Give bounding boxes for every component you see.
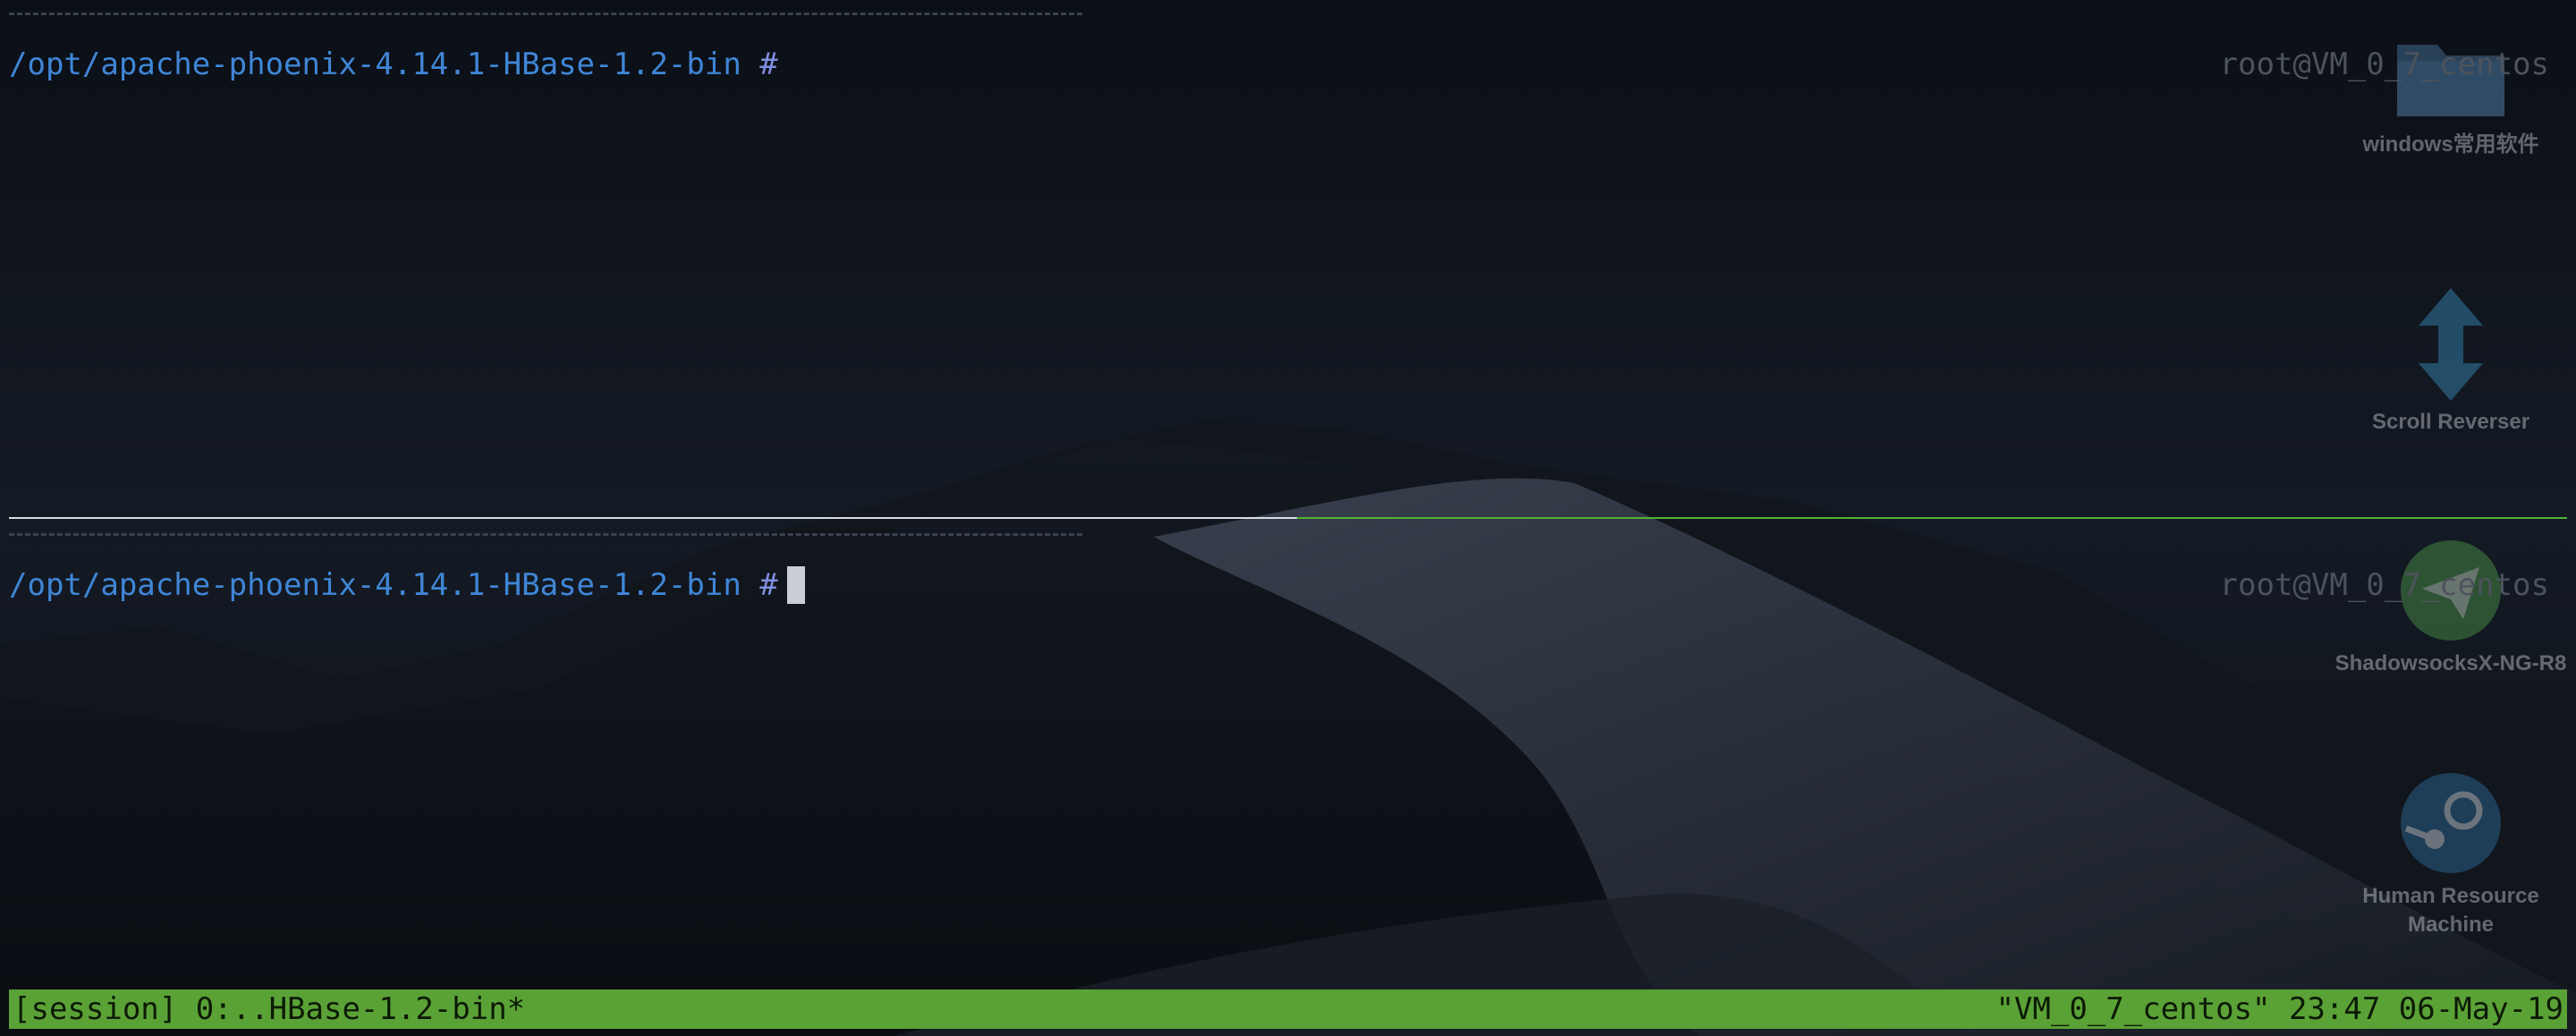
text-cursor[interactable] [786,565,805,604]
prompt-separator [9,13,1082,15]
pane-divider[interactable] [9,517,2567,519]
prompt-line: /opt/apache-phoenix-4.14.1-HBase-1.2-bin… [9,45,778,84]
tmux-status-bar: [session] 0:..HBase-1.2-bin* "VM_0_7_cen… [9,989,2567,1029]
prompt-host: root@VM_0_7_centos [2219,47,2549,82]
prompt-symbol: # [759,567,778,603]
prompt-path: /opt/apache-phoenix-4.14.1-HBase-1.2-bin [9,567,741,603]
prompt-line: /opt/apache-phoenix-4.14.1-HBase-1.2-bin… [9,565,805,605]
status-host-datetime: "VM_0_7_centos" 23:47 06-May-19 [1996,991,2563,1027]
prompt-symbol: # [759,47,778,82]
tmux-pane-top[interactable]: /opt/apache-phoenix-4.14.1-HBase-1.2-bin… [9,0,2567,514]
pane-border-inactive [9,517,1297,519]
status-session-window[interactable]: [session] 0:..HBase-1.2-bin* [13,989,525,1029]
terminal-window[interactable]: /opt/apache-phoenix-4.14.1-HBase-1.2-bin… [0,0,2576,1036]
pane-border-active [1297,517,2567,519]
prompt-separator [9,533,1082,536]
prompt-host: root@VM_0_7_centos [2219,567,2549,603]
prompt-path: /opt/apache-phoenix-4.14.1-HBase-1.2-bin [9,47,741,82]
tmux-pane-bottom[interactable]: /opt/apache-phoenix-4.14.1-HBase-1.2-bin… [9,521,2567,986]
